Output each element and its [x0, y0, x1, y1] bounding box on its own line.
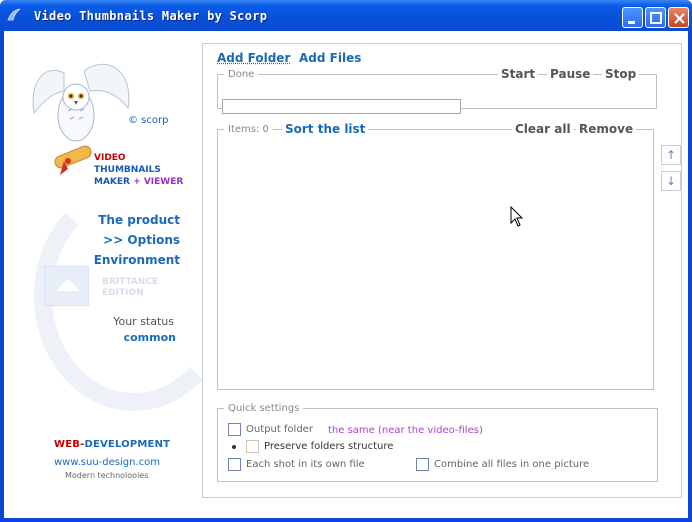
move-up-button[interactable]: ↑: [661, 145, 681, 165]
brand-line-video: VIDEO: [94, 153, 126, 163]
progress-bar: [222, 99, 461, 114]
arrow-down-icon: ↓: [665, 174, 677, 188]
minimize-icon: [628, 21, 635, 24]
maximize-icon: [650, 12, 662, 24]
progress-group: Done Start Pause Stop: [217, 67, 657, 114]
edition-line2: EDITION: [102, 288, 144, 298]
brand-line-thumbnails: THUMBNAILS: [94, 165, 161, 175]
output-folder-hint[interactable]: the same (near the video-files): [328, 425, 483, 436]
nav-environment[interactable]: Environment: [94, 253, 180, 267]
status-value[interactable]: common: [124, 331, 176, 344]
site-link[interactable]: www.suu-design.com: [54, 457, 160, 468]
web-development-label: WEB-DEVELOPMENT: [54, 439, 170, 450]
left-panel: © scorp VIDEO THUMBNAILS MAKER + VIEWER …: [4, 31, 234, 518]
brand-viewer: VIEWER: [143, 177, 184, 187]
nav-options[interactable]: >> Options: [103, 233, 180, 247]
nav-the-product[interactable]: The product: [98, 213, 180, 227]
window-title: Video Thumbnails Maker by Scorp: [34, 9, 268, 23]
quick-settings-legend: Quick settings: [224, 403, 304, 414]
tagline: Modern technoloоies: [65, 471, 149, 480]
edition-label: BRITTANCE EDITION: [102, 277, 158, 299]
each-shot-checkbox[interactable]: [228, 458, 241, 471]
brand-maker: MAKER: [94, 177, 130, 187]
items-list[interactable]: Items: 0 Sort the list Clear all Remove: [217, 122, 654, 390]
mouse-cursor-icon: [510, 206, 524, 227]
quick-settings-group: Quick settings Output folder the same (n…: [217, 403, 658, 482]
maximize-button[interactable]: [645, 7, 666, 28]
client-area: © scorp VIDEO THUMBNAILS MAKER + VIEWER …: [4, 31, 688, 518]
main-panel: Add Folder Add Files Done Start Pause St…: [202, 43, 682, 498]
brand-line-maker-viewer: MAKER + VIEWER: [94, 177, 183, 187]
add-folder-link[interactable]: Add Folder: [217, 51, 290, 65]
development-text: DEVELOPMENT: [84, 439, 171, 450]
status-label: Your status: [113, 315, 174, 328]
stop-button[interactable]: Stop: [602, 67, 640, 81]
brand-plus: +: [133, 177, 141, 187]
combine-files-checkbox[interactable]: [416, 458, 429, 471]
edition-triangle-icon: [56, 279, 80, 291]
copyright-label: © scorp: [128, 115, 169, 126]
edition-line1: BRITTANCE: [102, 277, 159, 287]
preserve-structure-checkbox[interactable]: [246, 440, 259, 453]
web-text: WEB-: [54, 439, 85, 450]
owl-logo-icon: [32, 63, 130, 175]
sort-list-link[interactable]: Sort the list: [282, 122, 369, 136]
clear-all-button[interactable]: Clear all: [512, 122, 574, 136]
bullet-icon: [232, 445, 236, 449]
move-down-button[interactable]: ↓: [661, 171, 681, 191]
remove-button[interactable]: Remove: [576, 122, 637, 136]
output-folder-label: Output folder: [246, 424, 313, 435]
items-count-legend: Items: 0: [224, 124, 273, 135]
add-files-link[interactable]: Add Files: [299, 51, 361, 65]
app-window: Video Thumbnails Maker by Scorp © scorp …: [0, 0, 692, 522]
output-folder-checkbox[interactable]: [228, 423, 241, 436]
close-icon: [674, 13, 685, 24]
close-button[interactable]: [668, 7, 689, 28]
minimize-button[interactable]: [622, 7, 643, 28]
arrow-up-icon: ↑: [665, 148, 677, 162]
start-button[interactable]: Start: [498, 67, 539, 81]
title-bar[interactable]: Video Thumbnails Maker by Scorp: [0, 0, 692, 31]
pause-button[interactable]: Pause: [547, 67, 594, 81]
each-shot-label: Each shot in its own file: [246, 459, 365, 470]
progress-legend: Done: [224, 69, 259, 80]
app-icon: [7, 8, 21, 21]
combine-files-label: Combine all files in one picture: [434, 459, 590, 470]
preserve-structure-label: Preserve folders structure: [264, 441, 394, 452]
